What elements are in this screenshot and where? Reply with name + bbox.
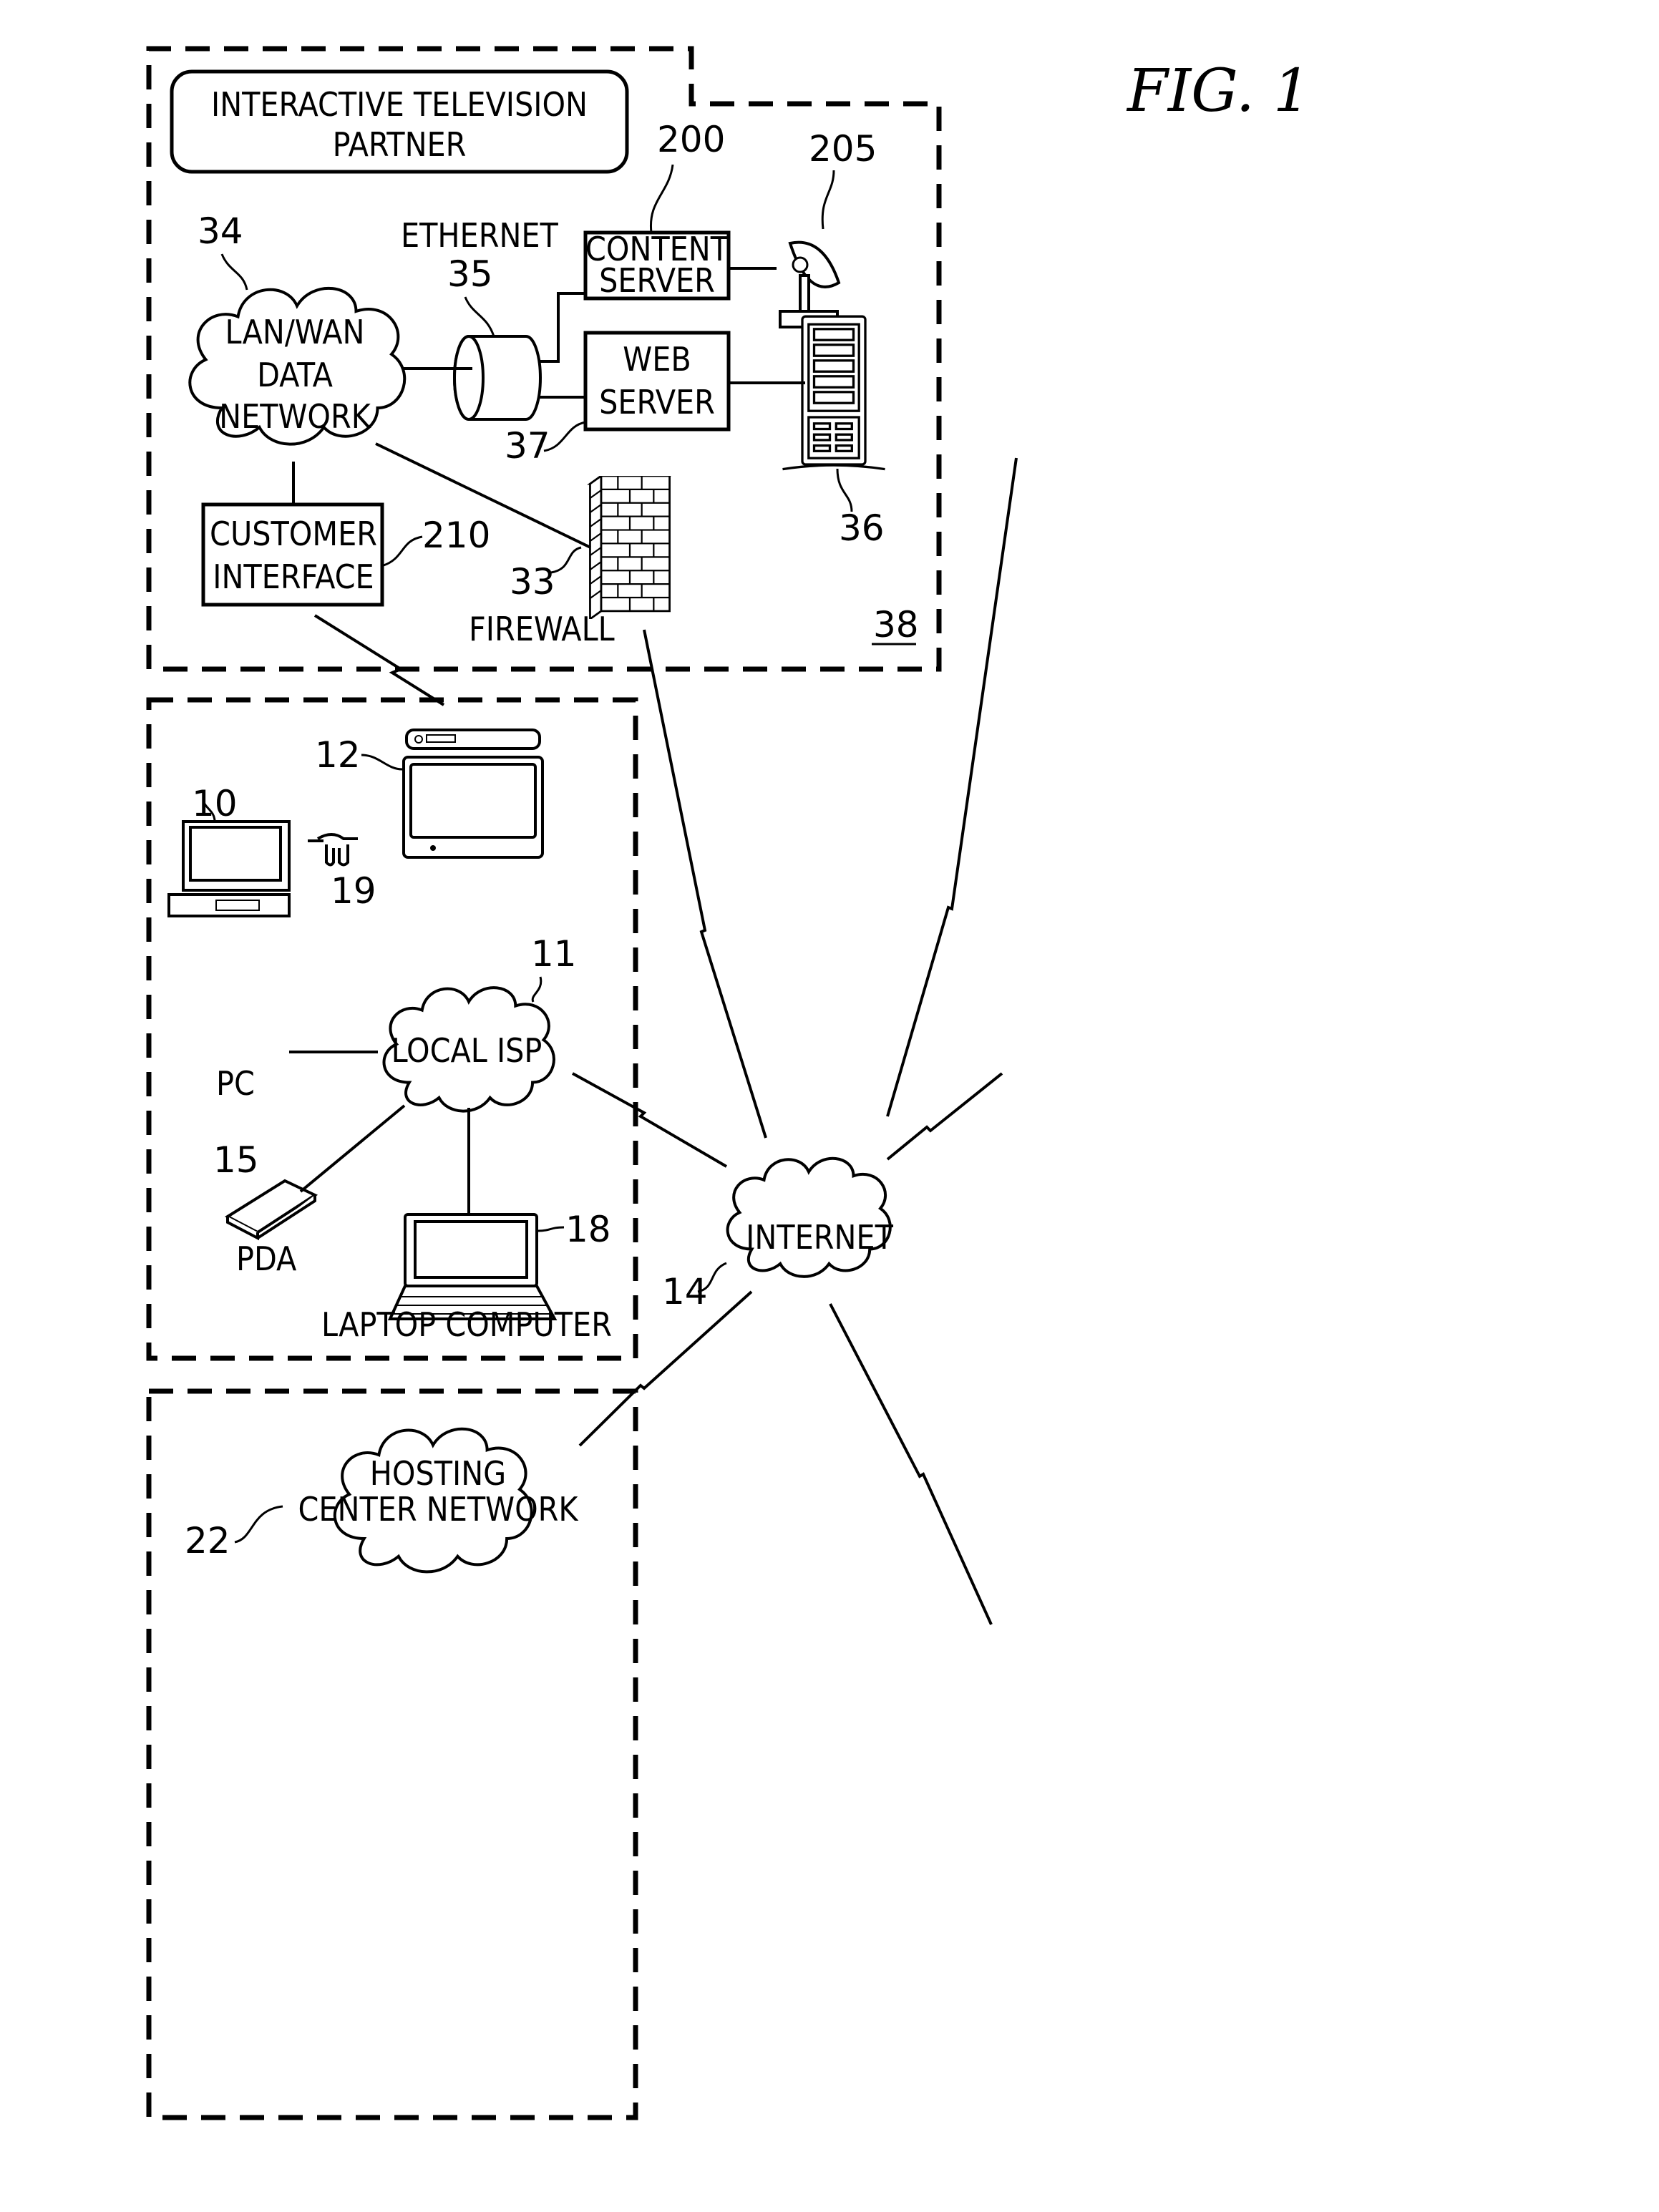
ref-ethernet: 35 — [447, 253, 493, 295]
internet-node: INTERNET 14 — [662, 1159, 894, 1312]
ref-isp: 11 — [531, 933, 577, 975]
cloud-line1: LAN/WAN — [225, 313, 365, 351]
ref-tower: 36 — [839, 507, 885, 549]
ethernet-hub-icon — [453, 335, 542, 421]
satellite-dish-icon — [779, 240, 841, 328]
hosting-cloud-line2: CENTER NETWORK — [298, 1490, 579, 1529]
ref-user: 19 — [331, 870, 376, 912]
customer-interface-line1: CUSTOMER — [210, 515, 377, 553]
customer-interface-line2: INTERFACE — [213, 557, 374, 596]
ref-tv: 12 — [315, 734, 361, 776]
group-interactive-tv-partner: INTERACTIVE TELEVISION PARTNER LAN/WAN D… — [146, 46, 942, 672]
isp-label: LOCAL ISP — [391, 1031, 543, 1070]
user-icon — [308, 833, 358, 867]
group-ref: 38 — [873, 604, 919, 645]
cloud-line3: NETWORK — [219, 397, 372, 436]
ref-satellite: 205 — [809, 128, 877, 170]
link-advertising — [886, 1072, 1003, 1161]
cloud-line2: DATA — [257, 356, 333, 394]
web-server-line1: WEB — [623, 340, 691, 379]
group-clients: 12 10 PC 19 LOCAL ISP 11 15 PDA 18 LAPTO… — [146, 697, 638, 1361]
pc-label: PC — [216, 1064, 255, 1103]
laptop-label: LAPTOP COMPUTER — [321, 1305, 612, 1344]
link-distributor — [829, 1303, 993, 1625]
system-diagram: FIG. 1 INTERACTIVE TELEVISION PARTNER LA… — [146, 46, 1310, 2120]
desktop-pc-icon — [167, 820, 291, 917]
content-server-line2: SERVER — [599, 261, 715, 300]
firewall-label: FIREWALL — [469, 610, 615, 648]
link-portal — [886, 457, 1018, 1117]
pda-label: PDA — [236, 1239, 296, 1278]
ref-pda: 15 — [213, 1139, 259, 1181]
ref-customer-interface: 210 — [422, 515, 490, 556]
figure-title: FIG. 1 — [1126, 57, 1310, 125]
ref-firewall: 33 — [510, 561, 555, 603]
link-itv-customer — [313, 614, 445, 706]
server-tower-icon — [781, 315, 887, 471]
web-server-line2: SERVER — [599, 383, 715, 422]
link-itv-firewall — [643, 629, 767, 1139]
hosting-cloud-line1: HOSTING — [370, 1454, 506, 1493]
television-icon — [402, 729, 544, 859]
ref-content-server: 200 — [657, 119, 725, 160]
ethernet-label: ETHERNET — [401, 216, 559, 255]
itv-title-line2: PARTNER — [333, 125, 467, 164]
ref-cloud: 34 — [198, 210, 243, 252]
ref-web-server: 37 — [505, 425, 550, 467]
link-isp — [572, 1072, 728, 1168]
laptop-icon — [387, 1213, 558, 1320]
ref-hosting-cloud: 22 — [185, 1520, 230, 1561]
firewall-icon — [588, 476, 671, 619]
group-hosting-center: HOSTING CENTER NETWORK 22 — [146, 1388, 638, 2120]
internet-label: INTERNET — [746, 1218, 893, 1257]
itv-title-line1: INTERACTIVE TELEVISION — [211, 85, 588, 124]
ref-laptop: 18 — [565, 1209, 611, 1250]
